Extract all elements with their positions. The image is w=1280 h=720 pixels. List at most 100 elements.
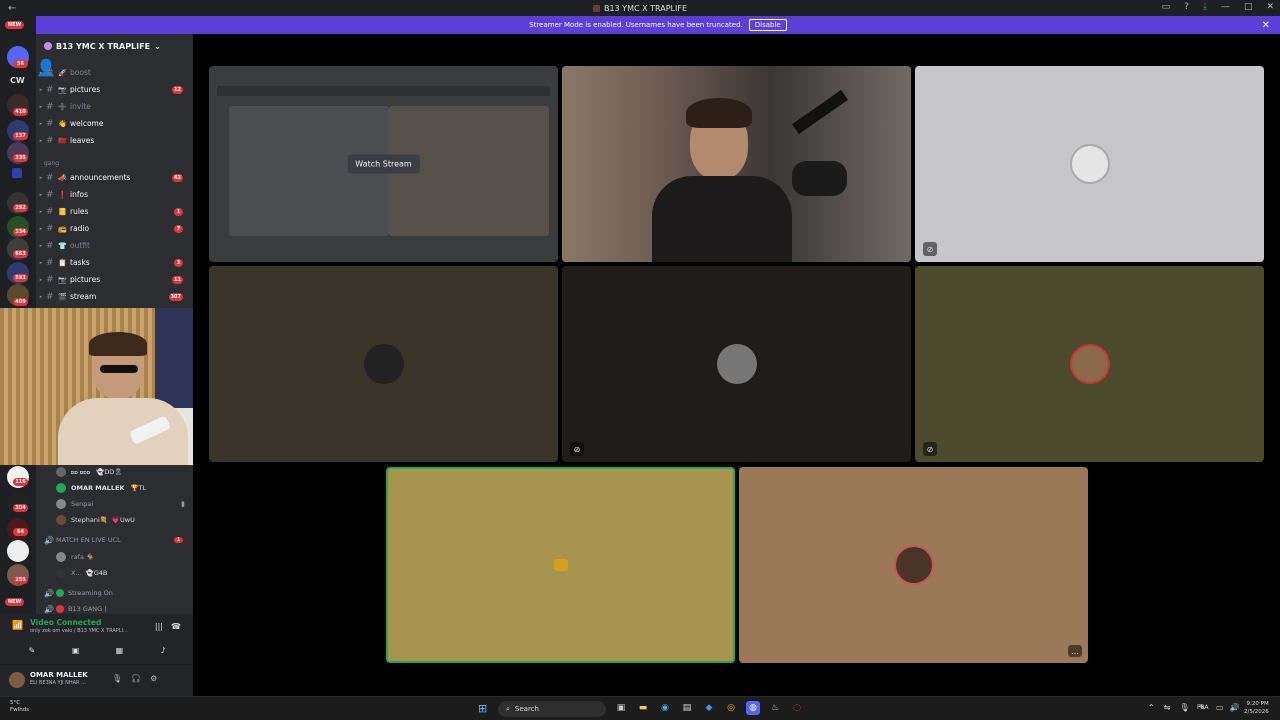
channel-unread-badge: 11 — [172, 275, 183, 284]
channel-item[interactable]: ▸ # 🚀 boost — [36, 64, 193, 81]
server-icon[interactable] — [7, 540, 29, 562]
voice-channel-match[interactable]: 🔊 MATCH EN LIVE UCL 1 — [36, 532, 193, 548]
voice-member[interactable]: OMAR MALLEK 🏆TL — [36, 480, 193, 496]
user-status: ELI BE3NA YJI NHAR ... — [30, 680, 86, 686]
camera-toggle-icon[interactable]: ✎ — [14, 642, 50, 658]
channel-arrow-icon: ▸ — [39, 259, 43, 266]
channel-item[interactable]: ▸ # ❗ infos — [36, 186, 193, 203]
folder-icon[interactable] — [12, 168, 22, 178]
participant-tile[interactable]: ⊘ — [562, 266, 911, 462]
start-windows-icon[interactable]: ⊞ — [478, 702, 487, 715]
channel-item[interactable]: ▸ # 👕 outfit — [36, 237, 193, 254]
voice-status-sub: only zok om valo / B13 YMC X TRAPLI... — [30, 628, 128, 634]
channel-label: pictures — [70, 85, 101, 94]
channel-arrow-icon: ▸ — [39, 242, 43, 249]
channel-unread-badge: 307 — [168, 292, 183, 301]
microphone-tray-icon[interactable]: 🎙 — [1179, 703, 1189, 712]
camera-tile[interactable] — [562, 66, 911, 262]
channel-arrow-icon: ▸ — [39, 103, 43, 110]
settings-gear-icon[interactable]: ⚙ — [150, 674, 157, 683]
headphones-icon[interactable]: 🎧 — [131, 674, 141, 683]
participant-tile-speaking[interactable] — [386, 467, 735, 663]
file-explorer-icon[interactable]: ▬ — [636, 701, 650, 715]
download-icon[interactable]: ⤓ — [1203, 2, 1207, 12]
steam-icon[interactable]: ♨ — [768, 701, 782, 715]
more-options-icon[interactable]: … — [1068, 645, 1082, 657]
noise-suppression-icon[interactable]: ||| — [155, 622, 163, 631]
server-cw-label[interactable]: CW — [10, 76, 25, 85]
server-header[interactable]: B13 YMC X TRAPLIFE ⌄ — [36, 34, 193, 58]
webcam-person-glasses — [100, 365, 138, 373]
channel-item[interactable]: ▸ # 📋 tasks 3 — [36, 254, 193, 271]
stream-tile[interactable]: Watch Stream — [209, 66, 558, 262]
help-icon[interactable]: ? — [1184, 2, 1189, 12]
taskbar-search[interactable]: ⌕ Search — [498, 701, 606, 717]
soundboard-icon[interactable]: ♪ — [145, 642, 181, 658]
video-off-icon: ⊘ — [923, 442, 937, 456]
disconnect-icon[interactable]: ☎ — [171, 622, 181, 631]
participant-tile[interactable]: … — [739, 467, 1088, 663]
channel-item[interactable]: ▸ # 🇲🇦 leaves — [36, 132, 193, 149]
channel-item[interactable]: ▸ # 📷 pictures 12 — [36, 81, 193, 98]
hash-icon: # — [46, 291, 54, 302]
monitor-icon[interactable]: ▭ — [1216, 703, 1224, 712]
mute-icon: ⊘ — [570, 442, 584, 456]
voice-member[interactable]: Senpai ▮ — [36, 496, 193, 512]
signal-icon[interactable]: 📶 — [12, 621, 23, 631]
channel-label: leaves — [70, 136, 95, 145]
channel-arrow-icon: ▸ — [39, 191, 43, 198]
channel-item[interactable]: ▸ # 🎬 stream 307 — [36, 288, 193, 305]
taskbar-clock[interactable]: 9:20 PM 2/5/2026 — [1244, 700, 1269, 716]
volume-icon[interactable]: 🔊 — [1230, 703, 1240, 712]
channel-item[interactable]: ▸ # 📣 announcements 43 — [36, 169, 193, 186]
server-badge: 304 — [13, 504, 28, 512]
category-gang[interactable]: gang — [44, 160, 59, 167]
chrome-icon[interactable]: ◎ — [724, 701, 738, 715]
voice-member[interactable]: rafa 🐐 — [36, 549, 193, 565]
avatar[interactable] — [9, 672, 25, 688]
inbox-icon[interactable]: ▭ — [1162, 2, 1171, 12]
activities-icon[interactable]: ▦ — [101, 642, 137, 658]
channel-item[interactable]: ▸ # 📒 rules 1 — [36, 203, 193, 220]
voice-member[interactable]: Stephani💐 💗UwU — [36, 512, 193, 528]
weather-widget[interactable]: 5°C Fwlhds — [10, 700, 29, 714]
weather-desc: Fwlhds — [10, 707, 30, 713]
channel-emoji-icon: 📷 — [58, 275, 67, 284]
voice-member-name: Senpai — [71, 500, 94, 508]
watch-stream-button[interactable]: Watch Stream — [347, 154, 420, 174]
participant-tile[interactable]: ⊘ — [915, 266, 1264, 462]
obs-icon[interactable]: ◌ — [790, 701, 804, 715]
participant-tile[interactable]: ⊘ — [915, 66, 1264, 262]
voice-member[interactable]: X... 👻G4B — [36, 565, 193, 581]
microphone — [792, 161, 847, 196]
chevron-up-icon[interactable]: ⌃ — [1148, 703, 1155, 712]
participant-tile[interactable] — [209, 266, 558, 462]
language-indicator[interactable]: FRA — [1197, 704, 1208, 711]
edge-icon[interactable]: ◉ — [658, 701, 672, 715]
minimize-icon[interactable]: — — [1221, 2, 1230, 12]
channel-emoji-icon: 👕 — [58, 241, 67, 250]
video-grid: Watch Stream ⊘ ⊘ ⊘ … — [193, 34, 1280, 696]
store-icon[interactable]: ▤ — [680, 701, 694, 715]
task-view-icon[interactable]: ▣ — [614, 701, 628, 715]
voice-member[interactable]: ꭰꭰ ꭰꭰꭰ 👻DD🎗 — [36, 464, 193, 480]
close-banner-icon[interactable]: ✕ — [1262, 20, 1270, 31]
disable-streamer-mode-button[interactable]: Disable — [748, 19, 787, 31]
maximize-icon[interactable]: □ — [1244, 2, 1253, 12]
channel-item[interactable]: ▸ # 📷 pictures 11 — [36, 271, 193, 288]
camera-icon: ▮ — [181, 500, 185, 508]
network-icon[interactable]: ⇋ — [1164, 703, 1171, 712]
microphone-icon[interactable]: 🎙 — [112, 674, 122, 683]
channel-item[interactable]: ▸ # ➕ invite — [36, 98, 193, 115]
channel-arrow-icon: ▸ — [39, 276, 43, 283]
mail-icon[interactable]: ◆ — [702, 701, 716, 715]
channel-item[interactable]: ▸ # 📻 radio 7 — [36, 220, 193, 237]
channel-item[interactable]: ▸ # 👋 welcome — [36, 115, 193, 132]
close-window-icon[interactable]: ✕ — [1266, 2, 1274, 12]
discord-icon[interactable]: ◍ — [746, 701, 760, 715]
voice-channel-streaming[interactable]: 🔊 Streaming On — [36, 585, 193, 601]
hash-icon: # — [46, 274, 54, 285]
hash-icon: # — [46, 118, 54, 129]
screen-share-icon[interactable]: ▣ — [58, 642, 94, 658]
back-arrow-icon[interactable]: ← — [8, 3, 16, 14]
